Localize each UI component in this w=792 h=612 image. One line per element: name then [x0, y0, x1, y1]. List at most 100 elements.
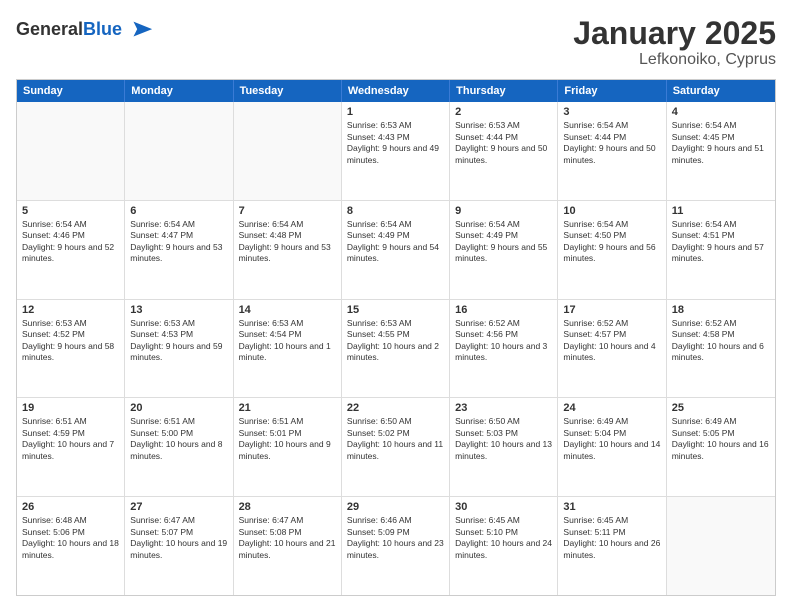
- sunrise-label: Sunrise: 6:51 AM: [130, 416, 195, 426]
- sunrise-label: Sunrise: 6:54 AM: [563, 120, 628, 130]
- cell-info: Sunrise: 6:52 AMSunset: 4:56 PMDaylight:…: [455, 318, 552, 364]
- sunrise-label: Sunrise: 6:54 AM: [672, 219, 737, 229]
- sunrise-label: Sunrise: 6:47 AM: [130, 515, 195, 525]
- sunset-label: Sunset: 4:44 PM: [455, 132, 518, 142]
- calendar-cell: 5Sunrise: 6:54 AMSunset: 4:46 PMDaylight…: [17, 201, 125, 299]
- sunrise-label: Sunrise: 6:46 AM: [347, 515, 412, 525]
- calendar-cell: 15Sunrise: 6:53 AMSunset: 4:55 PMDayligh…: [342, 300, 450, 398]
- sunrise-label: Sunrise: 6:47 AM: [239, 515, 304, 525]
- cell-day-number: 27: [130, 501, 227, 513]
- daylight-label: Daylight: 9 hours and 58 minutes.: [22, 341, 114, 362]
- cell-day-number: 20: [130, 402, 227, 414]
- sunset-label: Sunset: 5:04 PM: [563, 428, 626, 438]
- daylight-label: Daylight: 10 hours and 2 minutes.: [347, 341, 439, 362]
- sunset-label: Sunset: 4:50 PM: [563, 230, 626, 240]
- cell-info: Sunrise: 6:54 AMSunset: 4:49 PMDaylight:…: [455, 219, 552, 265]
- sunset-label: Sunset: 4:52 PM: [22, 329, 85, 339]
- daylight-label: Daylight: 10 hours and 1 minute.: [239, 341, 331, 362]
- daylight-label: Daylight: 9 hours and 59 minutes.: [130, 341, 222, 362]
- calendar-row: 1Sunrise: 6:53 AMSunset: 4:43 PMDaylight…: [17, 102, 775, 201]
- cell-day-number: 23: [455, 402, 552, 414]
- sunset-label: Sunset: 4:49 PM: [347, 230, 410, 240]
- sunrise-label: Sunrise: 6:52 AM: [672, 318, 737, 328]
- sunrise-label: Sunrise: 6:54 AM: [672, 120, 737, 130]
- calendar-cell: 7Sunrise: 6:54 AMSunset: 4:48 PMDaylight…: [234, 201, 342, 299]
- cell-info: Sunrise: 6:54 AMSunset: 4:47 PMDaylight:…: [130, 219, 227, 265]
- sunset-label: Sunset: 5:11 PM: [563, 527, 625, 537]
- calendar-cell: 9Sunrise: 6:54 AMSunset: 4:49 PMDaylight…: [450, 201, 558, 299]
- cell-info: Sunrise: 6:51 AMSunset: 4:59 PMDaylight:…: [22, 416, 119, 462]
- calendar-body: 1Sunrise: 6:53 AMSunset: 4:43 PMDaylight…: [17, 102, 775, 595]
- daylight-label: Daylight: 9 hours and 55 minutes.: [455, 242, 547, 263]
- daylight-label: Daylight: 10 hours and 8 minutes.: [130, 439, 222, 460]
- cell-day-number: 13: [130, 304, 227, 316]
- daylight-label: Daylight: 10 hours and 16 minutes.: [672, 439, 769, 460]
- sunset-label: Sunset: 4:44 PM: [563, 132, 626, 142]
- cell-day-number: 2: [455, 106, 552, 118]
- daylight-label: Daylight: 9 hours and 52 minutes.: [22, 242, 114, 263]
- calendar-row: 5Sunrise: 6:54 AMSunset: 4:46 PMDaylight…: [17, 201, 775, 300]
- cell-info: Sunrise: 6:50 AMSunset: 5:03 PMDaylight:…: [455, 416, 552, 462]
- calendar-cell: [17, 102, 125, 200]
- sunrise-label: Sunrise: 6:51 AM: [239, 416, 304, 426]
- daylight-label: Daylight: 9 hours and 51 minutes.: [672, 143, 764, 164]
- calendar-cell: 21Sunrise: 6:51 AMSunset: 5:01 PMDayligh…: [234, 398, 342, 496]
- calendar-title: January 2025: [573, 16, 776, 51]
- calendar-row: 12Sunrise: 6:53 AMSunset: 4:52 PMDayligh…: [17, 300, 775, 399]
- sunrise-label: Sunrise: 6:53 AM: [455, 120, 520, 130]
- day-name-monday: Monday: [125, 80, 233, 102]
- day-name-thursday: Thursday: [450, 80, 558, 102]
- cell-day-number: 10: [563, 205, 660, 217]
- cell-day-number: 21: [239, 402, 336, 414]
- daylight-label: Daylight: 9 hours and 50 minutes.: [455, 143, 547, 164]
- calendar: SundayMondayTuesdayWednesdayThursdayFrid…: [16, 79, 776, 596]
- daylight-label: Daylight: 10 hours and 19 minutes.: [130, 538, 227, 559]
- calendar-cell: 26 Sunrise: 6:48 AMSunset: 5:06 PMDayligh…: [17, 497, 125, 595]
- sunrise-label: Sunrise: 6:54 AM: [22, 219, 87, 229]
- cell-day-number: 5: [22, 205, 119, 217]
- cell-info: Sunrise: 6:47 AMSunset: 5:08 PMDaylight:…: [239, 515, 336, 561]
- calendar-cell: 22Sunrise: 6:50 AMSunset: 5:02 PMDayligh…: [342, 398, 450, 496]
- calendar-cell: 14Sunrise: 6:53 AMSunset: 4:54 PMDayligh…: [234, 300, 342, 398]
- daylight-label: Daylight: 10 hours and 13 minutes.: [455, 439, 552, 460]
- daylight-label: Daylight: 10 hours and 21 minutes.: [239, 538, 336, 559]
- cell-info: Sunrise: 6:45 AMSunset: 5:11 PMDaylight:…: [563, 515, 660, 561]
- cell-day-number: 16: [455, 304, 552, 316]
- sunset-label: Sunset: 5:00 PM: [130, 428, 193, 438]
- sunset-label: Sunset: 4:53 PM: [130, 329, 193, 339]
- sunset-label: Sunset: 4:51 PM: [672, 230, 735, 240]
- cell-info: Sunrise: 6:54 AMSunset: 4:48 PMDaylight:…: [239, 219, 336, 265]
- cell-day-number: 17: [563, 304, 660, 316]
- sunset-label: Sunset: 5:03 PM: [455, 428, 518, 438]
- calendar-cell: 23 Sunrise: 6:50 AMSunset: 5:03 PMDayligh…: [450, 398, 558, 496]
- cell-day-number: 26: [22, 501, 119, 513]
- calendar-cell: 10Sunrise: 6:54 AMSunset: 4:50 PMDayligh…: [558, 201, 666, 299]
- calendar-cell: 1Sunrise: 6:53 AMSunset: 4:43 PMDaylight…: [342, 102, 450, 200]
- sunset-label: Sunset: 5:01 PM: [239, 428, 302, 438]
- sunrise-label: Sunrise: 6:54 AM: [239, 219, 304, 229]
- cell-info: Sunrise: 6:52 AMSunset: 4:57 PMDaylight:…: [563, 318, 660, 364]
- logo-icon: [126, 16, 154, 44]
- calendar-cell: [667, 497, 775, 595]
- cell-info: Sunrise: 6:48 AMSunset: 5:06 PMDaylight:…: [22, 515, 119, 561]
- sunrise-label: Sunrise: 6:50 AM: [347, 416, 412, 426]
- cell-info: Sunrise: 6:53 AMSunset: 4:55 PMDaylight:…: [347, 318, 444, 364]
- logo-blue: Blue: [83, 19, 122, 39]
- logo-text: GeneralBlue: [16, 16, 154, 44]
- header: GeneralBlue January 2025 Lefkonoiko, Cyp…: [16, 16, 776, 69]
- daylight-label: Daylight: 9 hours and 49 minutes.: [347, 143, 439, 164]
- sunrise-label: Sunrise: 6:49 AM: [672, 416, 737, 426]
- cell-info: Sunrise: 6:54 AMSunset: 4:44 PMDaylight:…: [563, 120, 660, 166]
- daylight-label: Daylight: 10 hours and 3 minutes.: [455, 341, 547, 362]
- cell-info: Sunrise: 6:54 AMSunset: 4:45 PMDaylight:…: [672, 120, 770, 166]
- calendar-cell: 18Sunrise: 6:52 AMSunset: 4:58 PMDayligh…: [667, 300, 775, 398]
- cell-day-number: 29: [347, 501, 444, 513]
- cell-info: Sunrise: 6:51 AM Sunset: 5:00 PMDaylight:…: [130, 416, 227, 462]
- sunset-label: Sunset: 5:10 PM: [455, 527, 518, 537]
- daylight-label: Daylight: 9 hours and 57 minutes.: [672, 242, 764, 263]
- sunset-label: Sunset: 4:43 PM: [347, 132, 410, 142]
- calendar-cell: 25Sunrise: 6:49 AMSunset: 5:05 PMDayligh…: [667, 398, 775, 496]
- daylight-label: Daylight: 9 hours and 56 minutes.: [563, 242, 655, 263]
- day-name-saturday: Saturday: [667, 80, 775, 102]
- cell-day-number: 22: [347, 402, 444, 414]
